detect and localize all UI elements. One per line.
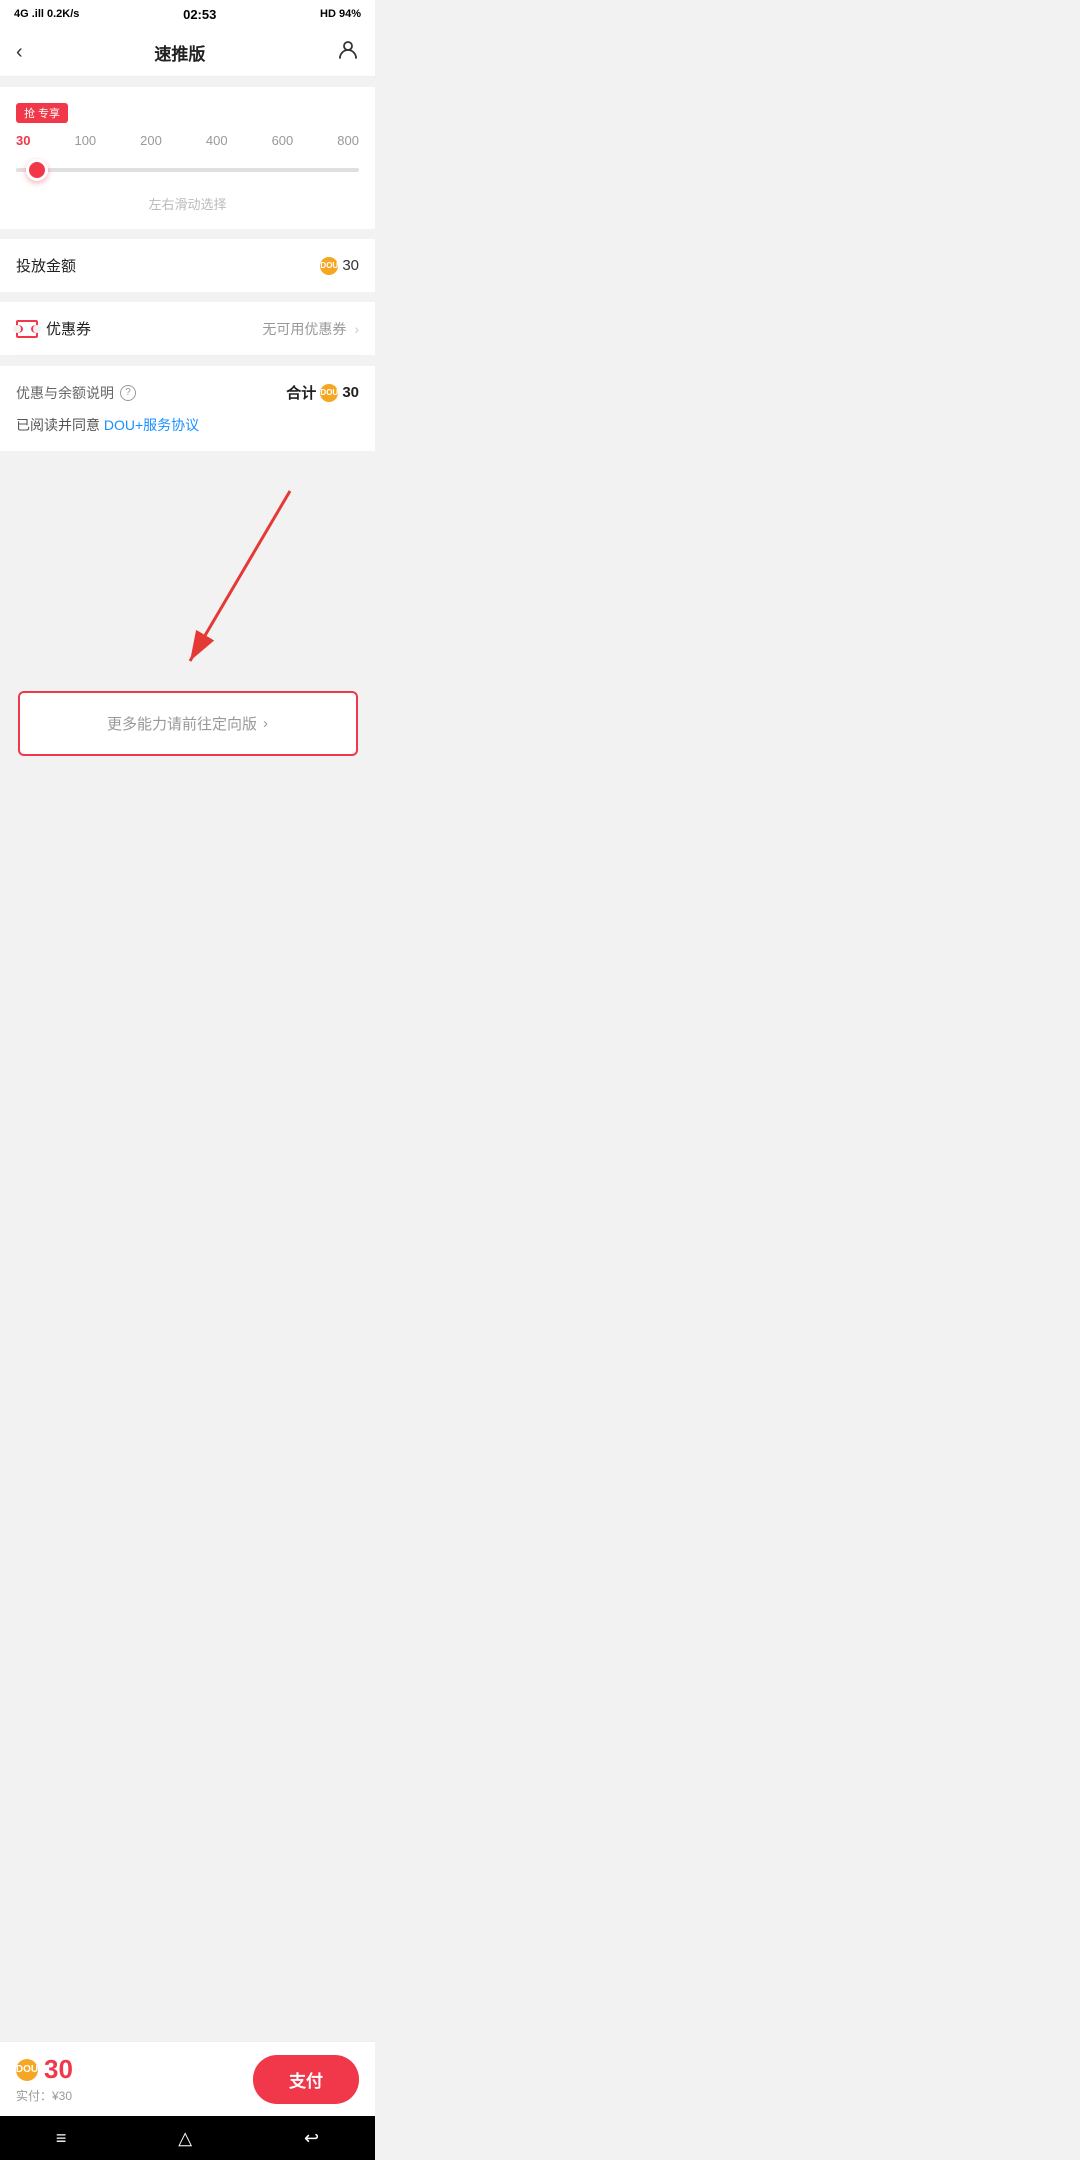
- slider-card: 抢 专享 30 100 200 400 600 800 左右滑动选择: [0, 87, 375, 229]
- menu-icon: ≡: [56, 2128, 67, 2149]
- user-icon[interactable]: [337, 38, 359, 66]
- coupon-label-text: 优惠券: [46, 318, 91, 339]
- agreement-prefix: 已阅读并同意: [16, 417, 104, 433]
- home-bar: ≡ △ ↩: [0, 2116, 375, 2160]
- more-btn-chevron: ›: [263, 715, 268, 732]
- slider-badge: 抢 专享: [16, 103, 68, 123]
- slider-label-600: 600: [272, 133, 294, 148]
- slider-track[interactable]: [16, 168, 359, 172]
- slider-label-200: 200: [140, 133, 162, 148]
- slider-labels: 30 100 200 400 600 800: [16, 133, 359, 148]
- total-amount: 30: [342, 384, 359, 401]
- bottom-price-num: 30: [44, 2054, 73, 2085]
- nav-bar: ‹ 速推版: [0, 28, 375, 77]
- budget-label: 投放金额: [16, 255, 76, 276]
- more-button[interactable]: 更多能力请前往定向版 ›: [18, 691, 358, 756]
- network-info: 4G .ill 0.2K/s: [14, 8, 79, 20]
- arrow-section: 更多能力请前往定向版 ›: [0, 451, 375, 876]
- price-area: DOU 30 实付：¥30: [16, 2054, 73, 2104]
- summary-label: 优惠与余额说明 ?: [16, 383, 136, 403]
- status-left: 4G .ill 0.2K/s: [14, 8, 79, 20]
- status-time: 02:53: [183, 7, 216, 22]
- coupon-label: 优惠券: [16, 318, 91, 339]
- battery-info: HD 94%: [320, 8, 361, 20]
- total-coin-icon: DOU: [320, 384, 338, 402]
- coupon-icon: [16, 320, 38, 338]
- slider-label-30: 30: [16, 133, 30, 148]
- pay-button[interactable]: 支付: [253, 2055, 359, 2104]
- agreement-link[interactable]: DOU+服务协议: [104, 417, 199, 433]
- bottom-bar: DOU 30 实付：¥30 支付: [0, 2041, 375, 2116]
- total-label: 合计: [286, 382, 316, 403]
- divider: [16, 355, 359, 356]
- bottom-price-sub: 实付：¥30: [16, 2087, 73, 2104]
- budget-value: DOU 30: [320, 257, 359, 275]
- agreement-section: 已阅读并同意 DOU+服务协议: [0, 403, 375, 451]
- summary-section: 优惠与余额说明 ? 合计 DOU 30: [0, 366, 375, 403]
- coupon-value-text: 无可用优惠券: [262, 319, 346, 339]
- slider-hint: 左右滑动选择: [16, 194, 359, 213]
- slider-label-400: 400: [206, 133, 228, 148]
- summary-label-text: 优惠与余额说明: [16, 383, 114, 403]
- budget-row: 投放金额 DOU 30: [0, 239, 375, 292]
- summary-total: 合计 DOU 30: [286, 382, 359, 403]
- bottom-coin-icon: DOU: [16, 2059, 38, 2081]
- slider-label-800: 800: [337, 133, 359, 148]
- home-icon: △: [178, 2128, 192, 2149]
- spacer: [0, 776, 375, 876]
- slider-label-100: 100: [74, 133, 96, 148]
- status-bar: 4G .ill 0.2K/s 02:53 HD 94%: [0, 0, 375, 28]
- budget-section: 投放金额 DOU 30: [0, 239, 375, 292]
- back-button[interactable]: ‹: [16, 41, 23, 64]
- slider-track-container[interactable]: [16, 156, 359, 184]
- more-button-container: 更多能力请前往定向版 ›: [0, 691, 375, 776]
- more-btn-text: 更多能力请前往定向版: [107, 713, 257, 734]
- back-icon: ↩: [304, 2128, 319, 2149]
- coin-icon: DOU: [320, 257, 338, 275]
- coupon-row[interactable]: 优惠券 无可用优惠券 ›: [0, 302, 375, 355]
- coupon-value: 无可用优惠券 ›: [262, 319, 359, 339]
- budget-amount: 30: [342, 257, 359, 274]
- help-icon[interactable]: ?: [120, 385, 136, 401]
- arrow-svg: [0, 471, 375, 691]
- price-main: DOU 30: [16, 2054, 73, 2085]
- coupon-section: 优惠券 无可用优惠券 ›: [0, 302, 375, 355]
- status-right: HD 94%: [320, 8, 361, 20]
- coupon-chevron: ›: [354, 321, 359, 337]
- slider-thumb[interactable]: [26, 159, 48, 181]
- page-title: 速推版: [154, 40, 205, 65]
